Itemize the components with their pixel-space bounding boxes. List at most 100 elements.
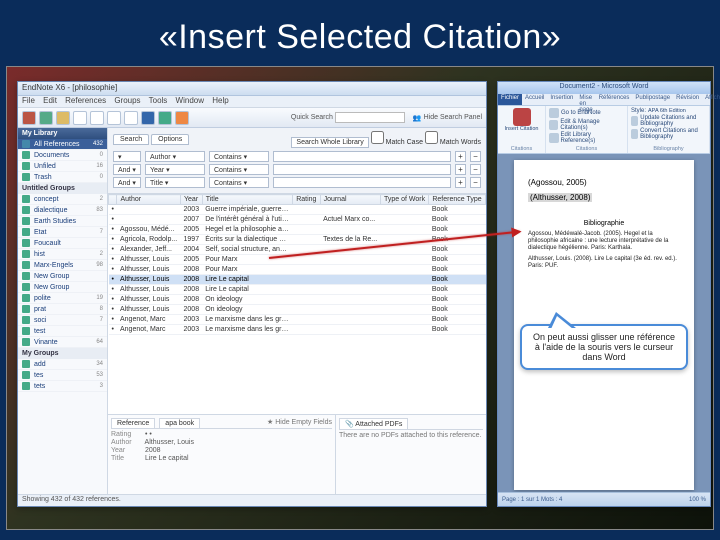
word-page-area[interactable]: (Agossou, 2005) (Althusser, 2008) Biblio… bbox=[498, 154, 710, 492]
pencil-icon[interactable] bbox=[73, 111, 87, 125]
sync-icon[interactable] bbox=[158, 111, 172, 125]
menu-window[interactable]: Window bbox=[176, 96, 204, 105]
book-icon[interactable] bbox=[39, 111, 53, 125]
sidebar-item[interactable]: Marx-Engels98 bbox=[18, 260, 107, 271]
magnifier-icon[interactable] bbox=[90, 111, 104, 125]
column-header[interactable]: Type of Work bbox=[380, 195, 428, 205]
ribbon-tab[interactable]: Fichier bbox=[498, 94, 522, 105]
hide-empty-fields[interactable]: Hide Empty Fields bbox=[275, 419, 332, 426]
ribbon-tab[interactable]: Mise en page bbox=[576, 94, 595, 105]
match-words[interactable]: Match Words bbox=[425, 139, 481, 146]
sidebar-item[interactable]: prat8 bbox=[18, 304, 107, 315]
table-row[interactable]: •Althusser, Louis2008On ideologyBook bbox=[109, 295, 486, 305]
table-row[interactable]: •2003Guerre impériale, guerre sociale : … bbox=[109, 205, 486, 215]
search-criterion-row[interactable]: And ▾Title ▾Contains ▾+− bbox=[113, 177, 481, 188]
sidebar-item[interactable]: New Group bbox=[18, 271, 107, 282]
endnote-statusbar: Showing 432 of 432 references. bbox=[18, 494, 486, 506]
sidebar-item[interactable]: Foucault bbox=[18, 238, 107, 249]
citation-1[interactable]: (Agossou, 2005) bbox=[528, 178, 680, 187]
search-tab[interactable]: Search bbox=[113, 134, 149, 145]
help-icon[interactable] bbox=[175, 111, 189, 125]
table-row[interactable]: •Agossou, Médé...2005Hegel et la philoso… bbox=[109, 225, 486, 235]
quicksearch-input[interactable] bbox=[335, 112, 405, 123]
refpane-tab-style[interactable]: apa book bbox=[159, 418, 200, 428]
sidebar-item[interactable]: Etat7 bbox=[18, 227, 107, 238]
attach-icon[interactable] bbox=[124, 111, 138, 125]
reference-table[interactable]: AuthorYearTitleRatingJournalType of Work… bbox=[108, 194, 486, 414]
ref-field: Rating • • bbox=[111, 431, 332, 438]
globe-icon[interactable] bbox=[22, 111, 36, 125]
search-scope[interactable]: Search Whole Library bbox=[291, 137, 368, 148]
sidebar-all-references[interactable]: All References 432 bbox=[18, 139, 107, 150]
ribbon-tab[interactable]: Accueil bbox=[522, 94, 547, 105]
ribbon-tab[interactable]: Insertion bbox=[547, 94, 576, 105]
options-tab[interactable]: Options bbox=[151, 134, 189, 145]
hide-search-panel[interactable]: Hide Search Panel bbox=[424, 114, 482, 121]
update-citations-button[interactable]: Update Citations and Bibliography bbox=[631, 115, 706, 127]
menu-help[interactable]: Help bbox=[212, 96, 228, 105]
ribbon-tab[interactable]: Révision bbox=[673, 94, 702, 105]
ribbon-tab[interactable]: Références bbox=[596, 94, 633, 105]
sidebar-item[interactable]: Documents0 bbox=[18, 150, 107, 161]
sidebar-item[interactable]: hist2 bbox=[18, 249, 107, 260]
refpane-tab-reference[interactable]: Reference bbox=[111, 418, 155, 428]
menu-file[interactable]: File bbox=[22, 96, 35, 105]
insert-citation-button[interactable]: Insert Citation bbox=[501, 108, 542, 132]
sidebar-item[interactable]: New Group bbox=[18, 282, 107, 293]
table-row[interactable]: •Althusser, Louis2008Lire Le capitalBook bbox=[109, 275, 486, 285]
match-case[interactable]: Match Case bbox=[371, 139, 423, 146]
slide-title: «Insert Selected Citation» bbox=[0, 0, 720, 67]
word-ribbon: Insert Citation Citations Go to EndNote … bbox=[498, 106, 710, 154]
go-to-endnote-button[interactable]: Go to EndNote bbox=[549, 108, 624, 118]
search-criterion-row[interactable]: And ▾Year ▾Contains ▾+− bbox=[113, 164, 481, 175]
sidebar-item[interactable]: tes53 bbox=[18, 370, 107, 381]
sidebar-item[interactable]: add34 bbox=[18, 359, 107, 370]
word-titlebar[interactable]: Document2 - Microsoft Word bbox=[498, 82, 710, 94]
citation-2[interactable]: (Althusser, 2008) bbox=[528, 193, 592, 202]
column-header[interactable]: Journal bbox=[320, 195, 380, 205]
table-row[interactable]: •Althusser, Louis2008Lire Le capitalBook bbox=[109, 285, 486, 295]
sidebar-item[interactable]: polite19 bbox=[18, 293, 107, 304]
table-row[interactable]: •Althusser, Louis2008On ideologyBook bbox=[109, 305, 486, 315]
search-criterion-row[interactable]: ▾Author ▾Contains ▾+− bbox=[113, 151, 481, 162]
sidebar-item[interactable]: Unfiled16 bbox=[18, 161, 107, 172]
pdf-tab[interactable]: 📎 Attached PDFs bbox=[339, 418, 408, 429]
menu-tools[interactable]: Tools bbox=[149, 96, 168, 105]
table-row[interactable]: •Althusser, Louis2008Pour MarxBook bbox=[109, 265, 486, 275]
sidebar-item[interactable]: dialectique83 bbox=[18, 205, 107, 216]
sidebar-item[interactable]: Trash0 bbox=[18, 172, 107, 183]
find-fulltext-icon[interactable] bbox=[107, 111, 121, 125]
word-icon[interactable] bbox=[141, 111, 155, 125]
folder-icon[interactable] bbox=[56, 111, 70, 125]
menu-references[interactable]: References bbox=[65, 96, 106, 105]
menu-groups[interactable]: Groups bbox=[114, 96, 140, 105]
column-header[interactable]: Rating bbox=[293, 195, 320, 205]
word-status-zoom[interactable]: 100 % bbox=[689, 497, 706, 503]
ribbon-tab[interactable]: Publipostage bbox=[632, 94, 673, 105]
word-ribbon-tabs[interactable]: FichierAccueilInsertionMise en pageRéfér… bbox=[498, 94, 710, 106]
ribbon-tab[interactable]: Affichage bbox=[702, 94, 720, 105]
sidebar-item[interactable]: Earth Studies bbox=[18, 216, 107, 227]
column-header[interactable] bbox=[109, 195, 117, 205]
edit-library-refs-button[interactable]: Edit Library Reference(s) bbox=[549, 132, 624, 144]
search-panel: Search Options Search Whole Library Matc… bbox=[108, 128, 486, 194]
column-header[interactable]: Title bbox=[202, 195, 292, 205]
sidebar-item[interactable]: Vinante64 bbox=[18, 337, 107, 348]
sidebar-item[interactable]: soci7 bbox=[18, 315, 107, 326]
sidebar-item[interactable]: concept2 bbox=[18, 194, 107, 205]
column-header[interactable]: Reference Type bbox=[429, 195, 486, 205]
edit-citations-button[interactable]: Edit & Manage Citation(s) bbox=[549, 119, 624, 131]
table-row[interactable]: •Angenot, Marc2003Le marxisme dans les g… bbox=[109, 315, 486, 325]
column-header[interactable]: Author bbox=[117, 195, 181, 205]
column-header[interactable]: Year bbox=[181, 195, 203, 205]
sidebar-item[interactable]: tets3 bbox=[18, 381, 107, 392]
menu-edit[interactable]: Edit bbox=[43, 96, 57, 105]
style-select[interactable]: Style: APA 6th Edition bbox=[631, 108, 706, 114]
table-row[interactable]: •2007De l'intérêt général à l'utilité so… bbox=[109, 215, 486, 225]
endnote-titlebar[interactable]: EndNote X6 - [philosophie] bbox=[18, 82, 486, 96]
sidebar-item[interactable]: test bbox=[18, 326, 107, 337]
convert-citations-button[interactable]: Convert Citations and Bibliography bbox=[631, 128, 706, 140]
table-row[interactable]: •Angenot, Marc2003Le marxisme dans les g… bbox=[109, 325, 486, 335]
endnote-menubar[interactable]: File Edit References Groups Tools Window… bbox=[18, 96, 486, 108]
word-document[interactable]: (Agossou, 2005) (Althusser, 2008) Biblio… bbox=[514, 160, 694, 490]
